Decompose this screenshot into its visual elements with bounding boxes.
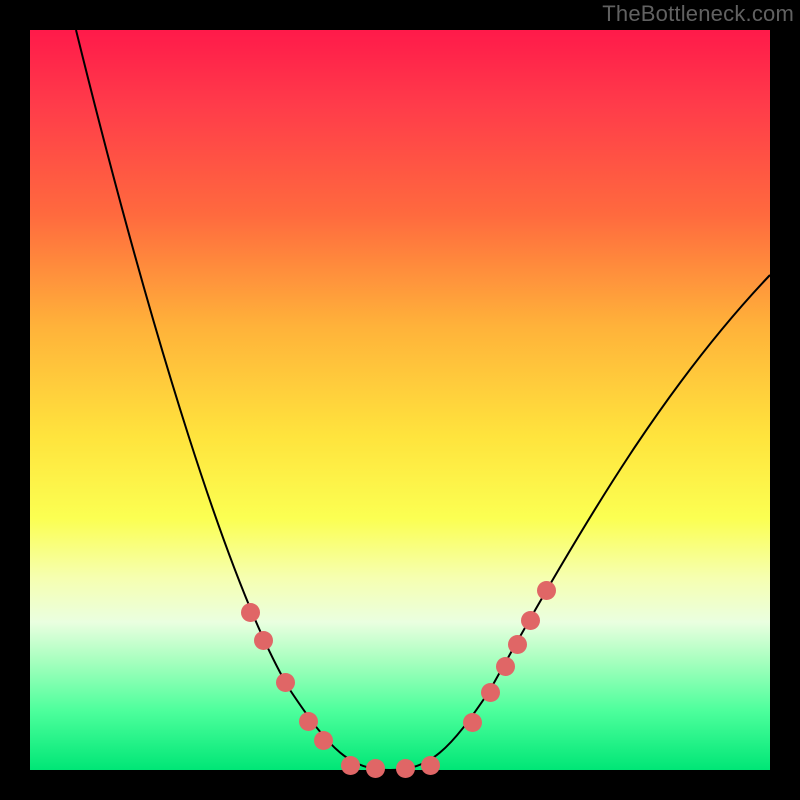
marker-dot — [241, 603, 260, 622]
marker-dot — [314, 731, 333, 750]
marker-dot — [341, 756, 360, 775]
marker-dot — [299, 712, 318, 731]
marker-dot — [521, 611, 540, 630]
outer-frame: TheBottleneck.com — [0, 0, 800, 800]
plot-area — [30, 30, 770, 770]
marker-dot — [276, 673, 295, 692]
watermark-text: TheBottleneck.com — [602, 1, 794, 27]
curve-path — [76, 30, 770, 770]
marker-dot — [396, 759, 415, 778]
marker-dot — [481, 683, 500, 702]
marker-dot — [366, 759, 385, 778]
marker-dot — [421, 756, 440, 775]
marker-dot — [496, 657, 515, 676]
marker-dot — [537, 581, 556, 600]
marker-dot — [254, 631, 273, 650]
marker-dot — [463, 713, 482, 732]
marker-dot — [508, 635, 527, 654]
bottleneck-curve — [30, 30, 770, 770]
